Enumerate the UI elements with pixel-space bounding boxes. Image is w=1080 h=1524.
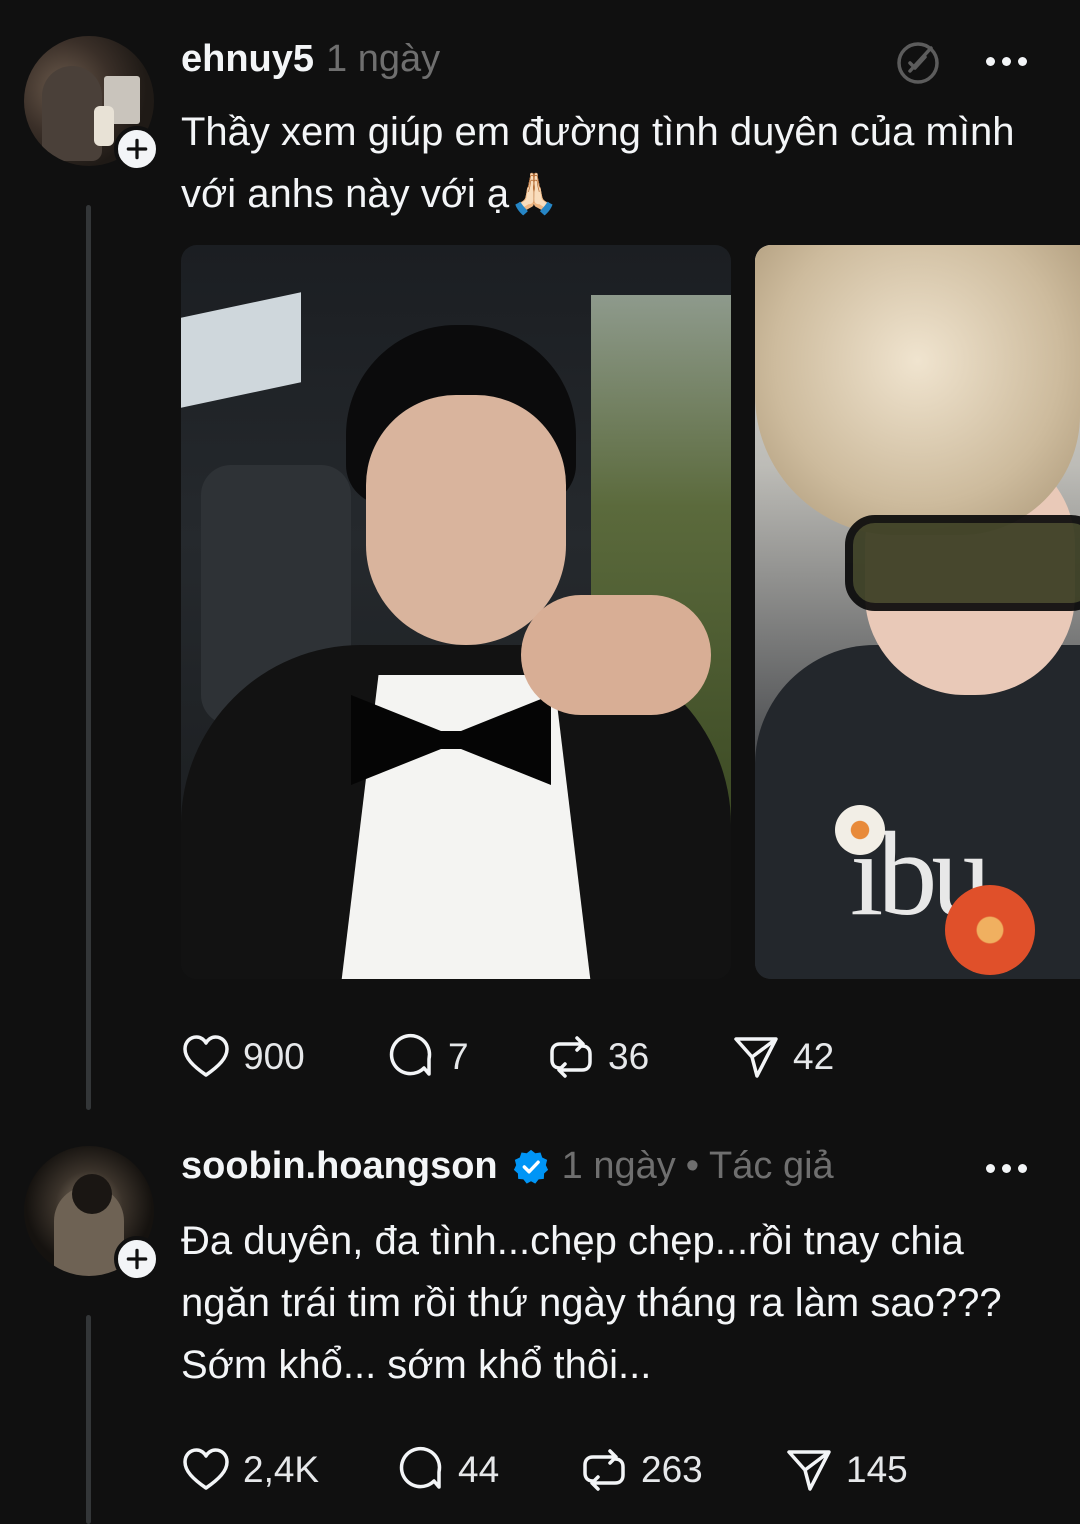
- repost-button[interactable]: 263: [579, 1445, 784, 1495]
- like-count: 900: [243, 1036, 305, 1077]
- repost-icon: [583, 1449, 625, 1491]
- comment-icon: [389, 1033, 432, 1076]
- avatar-ehnuy5[interactable]: [24, 36, 160, 172]
- mute-icon[interactable]: [893, 38, 943, 88]
- heart-icon: [183, 1448, 229, 1490]
- post-actions: 900 7 36 42: [181, 1032, 834, 1082]
- comment-button[interactable]: 7: [386, 1032, 546, 1082]
- repost-icon: [550, 1036, 592, 1078]
- author-label: Tác giả: [709, 1145, 834, 1187]
- comment-button[interactable]: 44: [396, 1445, 579, 1495]
- repost-button[interactable]: 36: [546, 1032, 731, 1082]
- post-image-1[interactable]: [181, 245, 731, 979]
- like-button[interactable]: 2,4K: [181, 1445, 396, 1495]
- avatar-soobin-hoangson[interactable]: [24, 1146, 160, 1282]
- thread-post-2: soobin.hoangson 1 ngày • Tác giả Đa duyê…: [0, 1130, 1080, 1524]
- share-button[interactable]: 145: [784, 1445, 908, 1495]
- like-count: 2,4K: [243, 1449, 320, 1490]
- post-image-2[interactable]: ibu: [755, 245, 1080, 979]
- share-button[interactable]: 42: [731, 1032, 834, 1082]
- comment-count: 44: [458, 1449, 500, 1490]
- like-button[interactable]: 900: [181, 1032, 386, 1082]
- post-text: Thầy xem giúp em đường tình duyên của mì…: [181, 110, 1015, 216]
- follow-plus-icon[interactable]: [114, 126, 160, 172]
- share-count: 42: [793, 1036, 835, 1077]
- repost-count: 263: [641, 1449, 703, 1490]
- thread-post-1: ehnuy5 1 ngày Thầy xem giúp em đường tìn…: [0, 0, 1080, 1130]
- separator: •: [685, 1145, 700, 1187]
- heart-icon: [183, 1035, 229, 1077]
- thread-line: [86, 205, 91, 1110]
- post-time: 1 ngày: [326, 38, 441, 80]
- username[interactable]: ehnuy5: [181, 38, 314, 81]
- more-options-icon[interactable]: [986, 1164, 1027, 1173]
- share-count: 145: [846, 1449, 908, 1490]
- thread-line: [86, 1315, 91, 1524]
- verified-badge-icon: [513, 1149, 548, 1184]
- repost-count: 36: [608, 1036, 650, 1077]
- follow-plus-icon[interactable]: [114, 1236, 160, 1282]
- post-actions: 2,4K 44 263 145: [181, 1445, 908, 1495]
- comment-count: 7: [448, 1036, 469, 1077]
- share-icon: [787, 1450, 831, 1491]
- username[interactable]: soobin.hoangson: [181, 1145, 498, 1188]
- post-text: Đa duyên, đa tình...chẹp chẹp...rồi tnay…: [181, 1219, 1002, 1387]
- more-options-icon[interactable]: [986, 57, 1027, 66]
- post-header: soobin.hoangson 1 ngày • Tác giả: [181, 1145, 834, 1188]
- post-header: ehnuy5 1 ngày: [181, 38, 440, 81]
- share-icon: [734, 1037, 778, 1078]
- post-time: 1 ngày: [561, 1145, 676, 1187]
- comment-icon: [399, 1446, 442, 1489]
